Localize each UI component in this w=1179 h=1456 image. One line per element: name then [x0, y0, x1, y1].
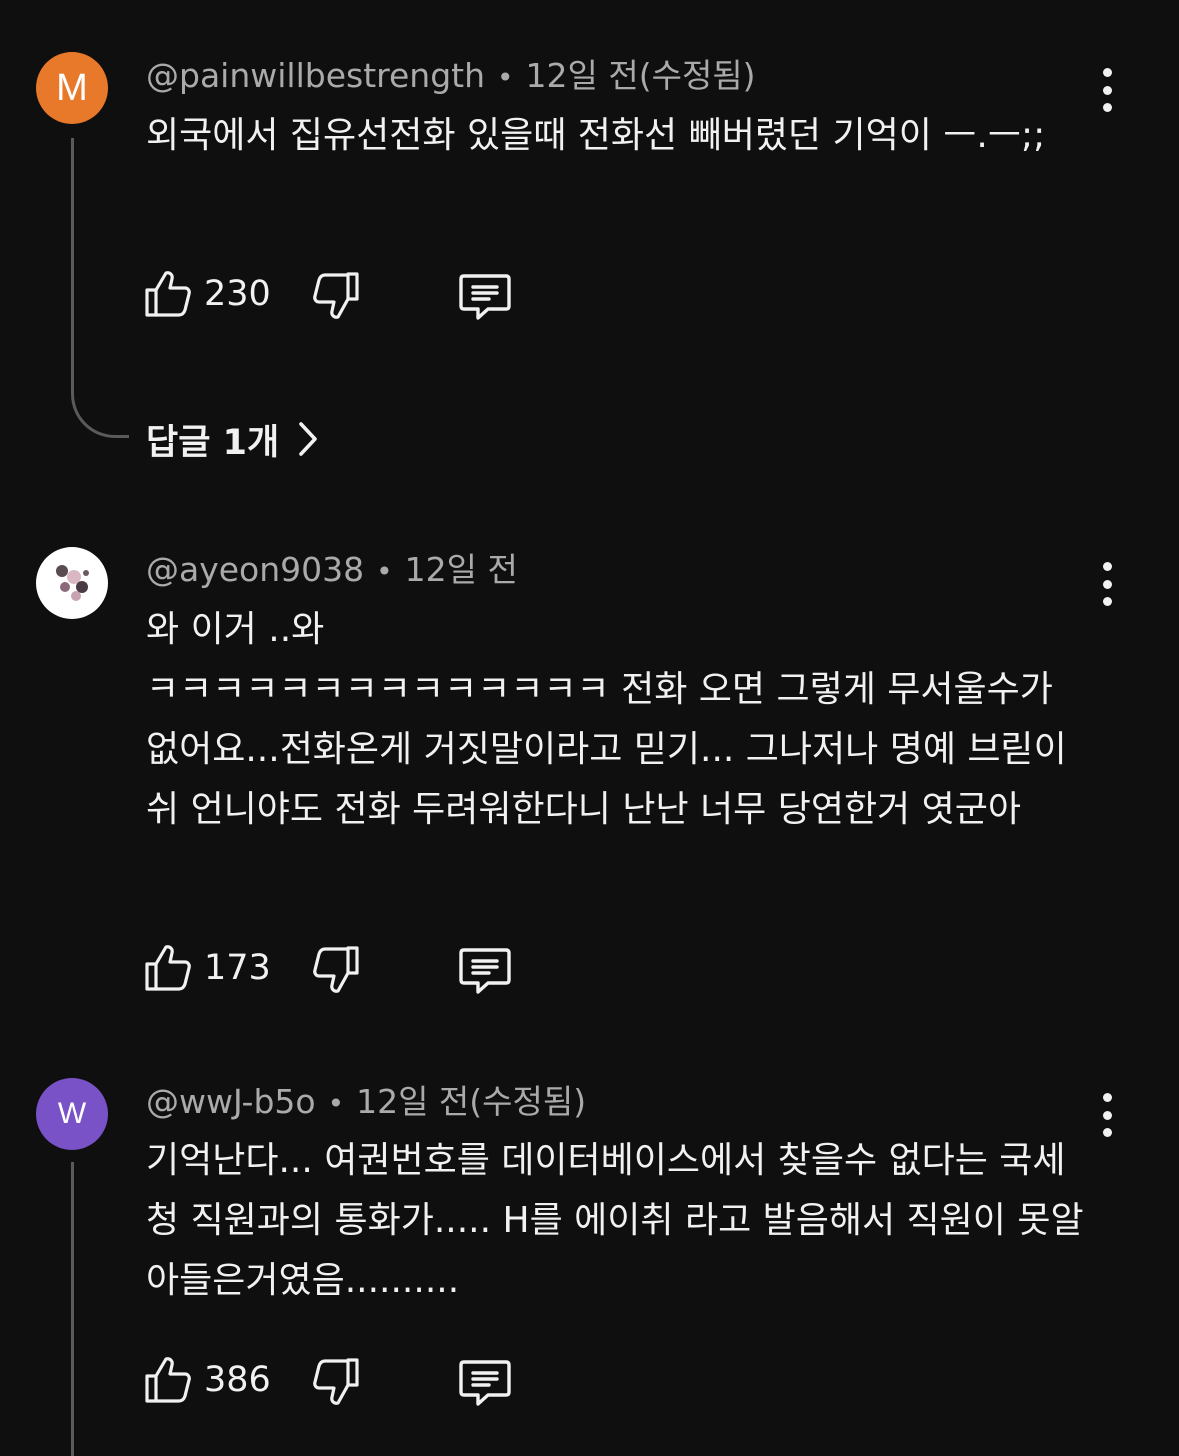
like-count: 230 [204, 274, 271, 314]
more-options-button[interactable] [1092, 1093, 1122, 1137]
comment-text-line: 와 이거 ..와 [146, 609, 325, 650]
comment-text-rest: ㅋㅋㅋㅋㅋㅋㅋㅋㅋㅋㅋㅋㅋㅋ 전화 오면 그렇게 무서울수가 없어요...전화온… [146, 669, 1067, 830]
thread-curve [71, 390, 129, 438]
more-dot-icon [1102, 1128, 1112, 1137]
avatar[interactable]: W [36, 1078, 108, 1150]
comment-author[interactable]: @ayeon9038 [146, 550, 364, 589]
replies-label: 답글 1개 [146, 422, 280, 463]
comment-meta: @wwJ-b5o • 12일 전(수정됨) [146, 1082, 586, 1124]
meta-separator: • [376, 555, 393, 588]
avatar[interactable]: M [36, 52, 108, 124]
comment-author[interactable]: @wwJ-b5o [146, 1082, 316, 1121]
thumbs-up-icon[interactable] [144, 942, 192, 994]
avatar-letter: W [57, 1097, 87, 1130]
more-dot-icon [1102, 1093, 1112, 1102]
comment-time[interactable]: 12일 전(수정됨) [526, 56, 756, 95]
reply-icon[interactable] [458, 944, 512, 996]
comment-time[interactable]: 12일 전 [405, 550, 518, 589]
comment-actions: 230 [144, 268, 564, 324]
thumbs-down-icon[interactable] [312, 271, 360, 323]
view-replies-button[interactable]: 답글 1개 [146, 414, 319, 464]
more-dot-icon [1102, 597, 1112, 606]
comment-actions: 173 [144, 942, 564, 998]
meta-separator: • [327, 1087, 345, 1120]
more-dot-icon [1102, 68, 1112, 77]
comment-author[interactable]: @painwillbestrength [146, 56, 485, 95]
more-dot-icon [1102, 579, 1112, 589]
thumbs-down-icon[interactable] [312, 945, 360, 997]
comment-text: 외국에서 집유선전화 있을때 전화선 빼버렸던 기억이 ㅡ.ㅡ;; [146, 115, 1046, 156]
more-options-button[interactable] [1092, 68, 1122, 112]
comments-section: M @painwillbestrength • 12일 전(수정됨) 외국에서 집유… [0, 0, 1179, 1456]
thread-line [71, 138, 74, 392]
more-dot-icon [1102, 1110, 1112, 1120]
meta-separator: • [497, 61, 514, 94]
comment-text: 기억난다... 여권번호를 데이터베이스에서 찾을수 없다는 국세청 직원과의 … [146, 1140, 1084, 1301]
reply-icon[interactable] [458, 270, 512, 322]
thumbs-down-icon[interactable] [312, 1357, 360, 1409]
more-dot-icon [1102, 562, 1112, 571]
comment-actions: 386 [144, 1354, 564, 1410]
more-dot-icon [1102, 85, 1112, 95]
comment-meta: @painwillbestrength • 12일 전(수정됨) [146, 56, 756, 98]
avatar[interactable] [36, 547, 108, 619]
profile-photo-icon [56, 565, 89, 601]
like-count: 386 [204, 1360, 271, 1400]
comment-text: 와 이거 ..와 ㅋㅋㅋㅋㅋㅋㅋㅋㅋㅋㅋㅋㅋㅋ 전화 오면 그렇게 무서울수가 … [146, 600, 1086, 840]
thumbs-up-icon[interactable] [144, 268, 192, 320]
more-options-button[interactable] [1092, 562, 1122, 606]
chevron-right-icon [299, 422, 317, 456]
comment-meta: @ayeon9038 • 12일 전 [146, 550, 518, 592]
avatar-letter: M [56, 66, 88, 109]
reply-icon[interactable] [458, 1356, 512, 1408]
more-dot-icon [1102, 103, 1112, 112]
like-count: 173 [204, 948, 271, 988]
comment-time[interactable]: 12일 전(수정됨) [356, 1082, 586, 1121]
thread-line [71, 1162, 74, 1456]
thumbs-up-icon[interactable] [144, 1354, 192, 1406]
